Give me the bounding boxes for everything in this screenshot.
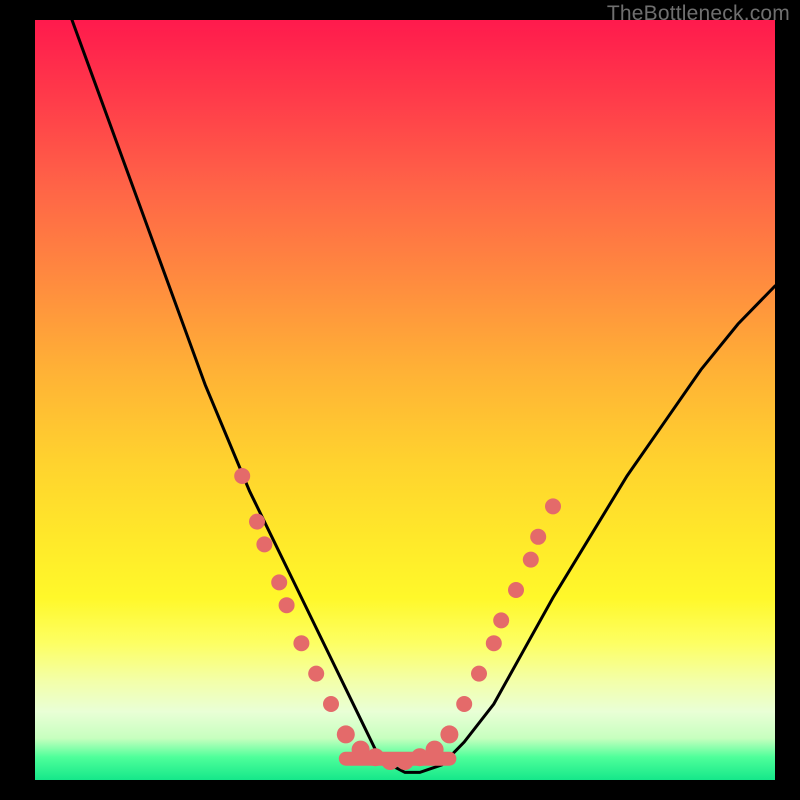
data-marker	[249, 514, 265, 530]
data-marker	[508, 582, 524, 598]
data-marker	[279, 597, 295, 613]
data-marker	[323, 696, 339, 712]
data-marker	[471, 666, 487, 682]
data-marker	[486, 635, 502, 651]
data-marker	[308, 666, 324, 682]
markers-layer	[234, 468, 561, 770]
chart-svg	[35, 20, 775, 780]
bottleneck-curve	[72, 20, 775, 772]
data-marker	[440, 725, 458, 743]
data-marker	[493, 612, 509, 628]
data-marker	[530, 529, 546, 545]
data-marker	[426, 741, 444, 759]
watermark-text: TheBottleneck.com	[607, 2, 790, 26]
plot-area	[35, 20, 775, 780]
curve-layer	[72, 20, 775, 772]
data-marker	[271, 574, 287, 590]
chart-frame: TheBottleneck.com	[0, 0, 800, 800]
data-marker	[234, 468, 250, 484]
data-marker	[293, 635, 309, 651]
data-marker	[523, 552, 539, 568]
data-marker	[545, 498, 561, 514]
data-marker	[337, 725, 355, 743]
data-marker	[256, 536, 272, 552]
data-marker	[456, 696, 472, 712]
